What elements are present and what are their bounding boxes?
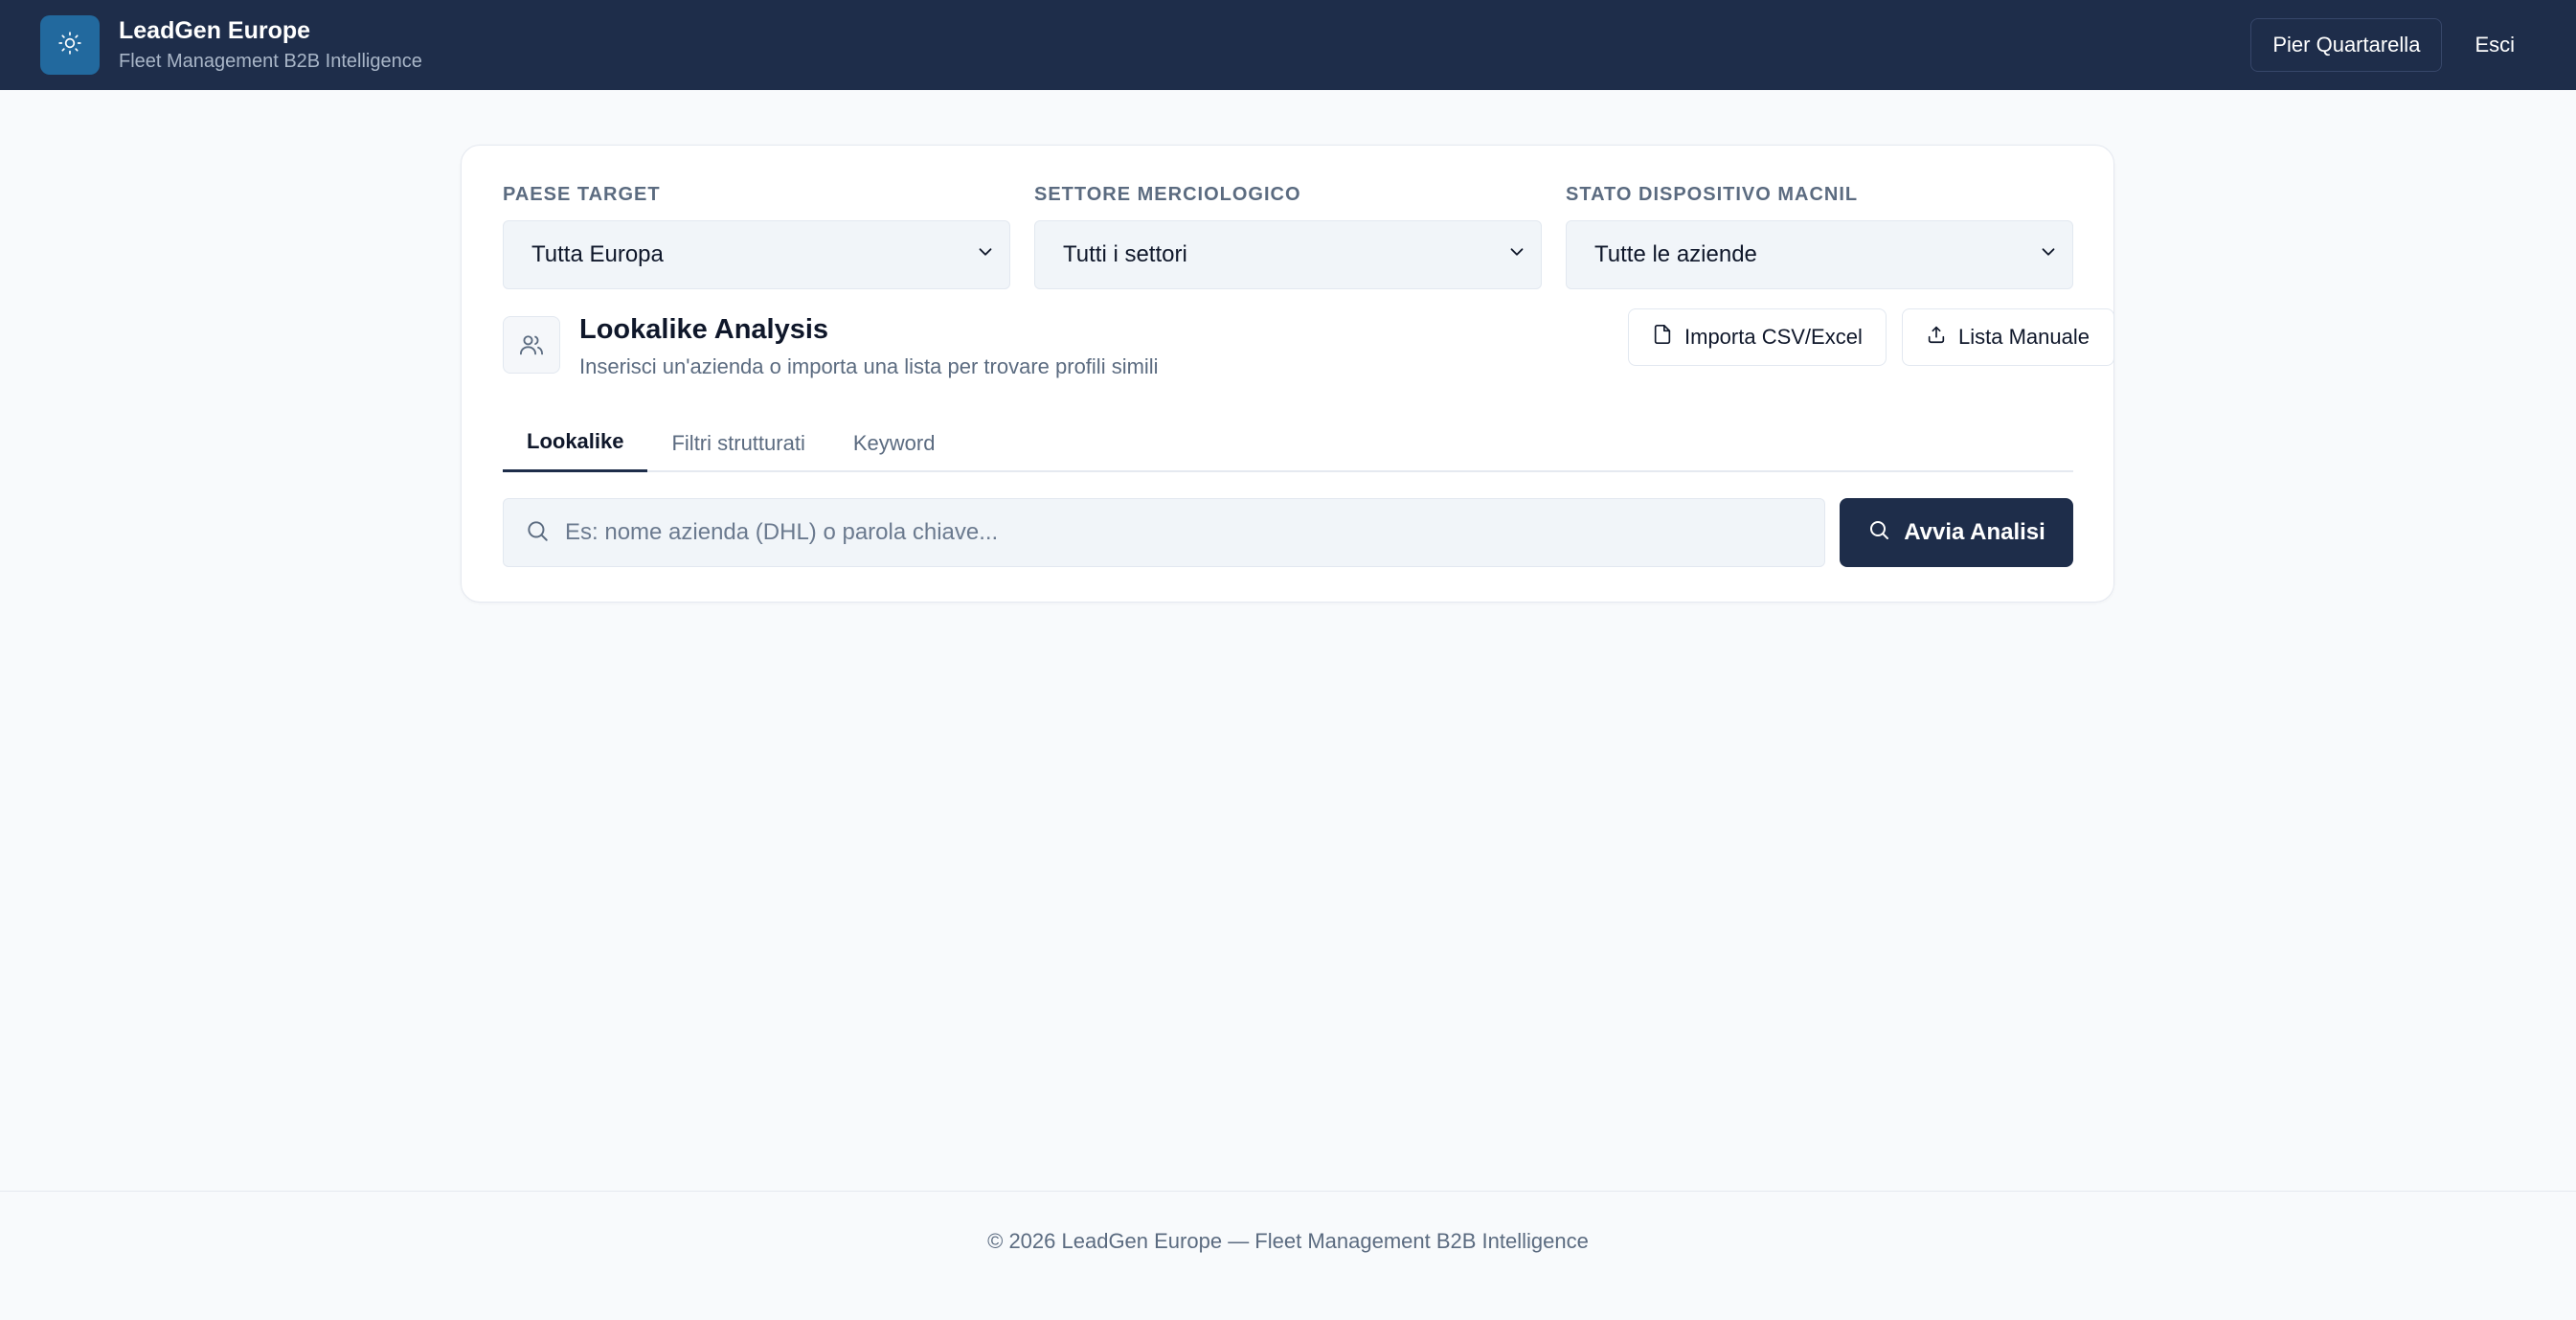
search-icon bbox=[525, 518, 550, 548]
logout-button[interactable]: Esci bbox=[2453, 18, 2536, 72]
country-select-value: Tutta Europa bbox=[531, 241, 664, 267]
users-icon bbox=[503, 316, 560, 374]
footer: © 2026 LeadGen Europe — Fleet Management… bbox=[0, 1191, 2576, 1320]
user-button[interactable]: Pier Quartarella bbox=[2250, 18, 2443, 72]
device-status-select-value: Tutte le aziende bbox=[1594, 241, 1757, 267]
manual-list-button[interactable]: Lista Manuale bbox=[1902, 308, 2114, 366]
chevron-down-icon bbox=[1506, 241, 1527, 269]
manual-list-label: Lista Manuale bbox=[1958, 325, 2090, 349]
tab-keyword[interactable]: Keyword bbox=[829, 414, 960, 472]
country-select[interactable]: Tutta Europa bbox=[503, 220, 1010, 289]
start-analysis-button[interactable]: Avvia Analisi bbox=[1840, 498, 2073, 567]
chevron-down-icon bbox=[2038, 241, 2059, 269]
app-subtitle: Fleet Management B2B Intelligence bbox=[119, 51, 422, 72]
filter-device-status-label: STATO DISPOSITIVO MACNIL bbox=[1566, 184, 1859, 205]
search-mode-tabs: Lookalike Filtri strutturati Keyword bbox=[503, 414, 2073, 472]
brand: LeadGen Europe Fleet Management B2B Inte… bbox=[40, 15, 422, 75]
lookalike-title: Lookalike Analysis bbox=[579, 314, 829, 345]
header-actions: Pier Quartarella Esci bbox=[2250, 18, 2536, 72]
filters-row: PAESE TARGET Tutta Europa SETTORE MERCIO… bbox=[503, 184, 2073, 289]
start-analysis-label: Avvia Analisi bbox=[1904, 519, 2045, 545]
filter-sector: SETTORE MERCIOLOGICO Tutti i settori bbox=[1034, 184, 1542, 289]
tab-lookalike[interactable]: Lookalike bbox=[503, 414, 648, 472]
app-title: LeadGen Europe bbox=[119, 17, 311, 44]
brand-text: LeadGen Europe Fleet Management B2B Inte… bbox=[119, 17, 422, 73]
tab-structured-filters[interactable]: Filtri strutturati bbox=[647, 414, 828, 472]
search-card: PAESE TARGET Tutta Europa SETTORE MERCIO… bbox=[461, 145, 2114, 603]
search-icon bbox=[1867, 518, 1890, 548]
search-row: Avvia Analisi bbox=[503, 498, 2073, 567]
logo bbox=[40, 15, 100, 75]
filter-country-label: PAESE TARGET bbox=[503, 184, 661, 205]
filter-country: PAESE TARGET Tutta Europa bbox=[503, 184, 1010, 289]
sun-icon bbox=[57, 31, 82, 60]
upload-icon bbox=[1926, 324, 1947, 351]
lookalike-description: Inserisci un'azienda o importa una lista… bbox=[579, 354, 1159, 378]
chevron-down-icon bbox=[975, 241, 996, 269]
footer-text: © 2026 LeadGen Europe — Fleet Management… bbox=[987, 1229, 1589, 1253]
top-navbar: LeadGen Europe Fleet Management B2B Inte… bbox=[0, 0, 2576, 90]
filter-sector-label: SETTORE MERCIOLOGICO bbox=[1034, 184, 1301, 205]
sector-select-value: Tutti i settori bbox=[1063, 241, 1187, 267]
sector-select[interactable]: Tutti i settori bbox=[1034, 220, 1542, 289]
import-csv-label: Importa CSV/Excel bbox=[1684, 325, 1863, 349]
search-input[interactable] bbox=[565, 519, 1810, 546]
lookalike-header: Lookalike Analysis Inserisci un'azienda … bbox=[503, 308, 2114, 385]
search-box bbox=[503, 498, 1825, 567]
import-csv-button[interactable]: Importa CSV/Excel bbox=[1628, 308, 1887, 366]
device-status-select[interactable]: Tutte le aziende bbox=[1566, 220, 2073, 289]
file-icon bbox=[1652, 324, 1673, 351]
filter-device-status: STATO DISPOSITIVO MACNIL Tutte le aziend… bbox=[1566, 184, 2073, 289]
